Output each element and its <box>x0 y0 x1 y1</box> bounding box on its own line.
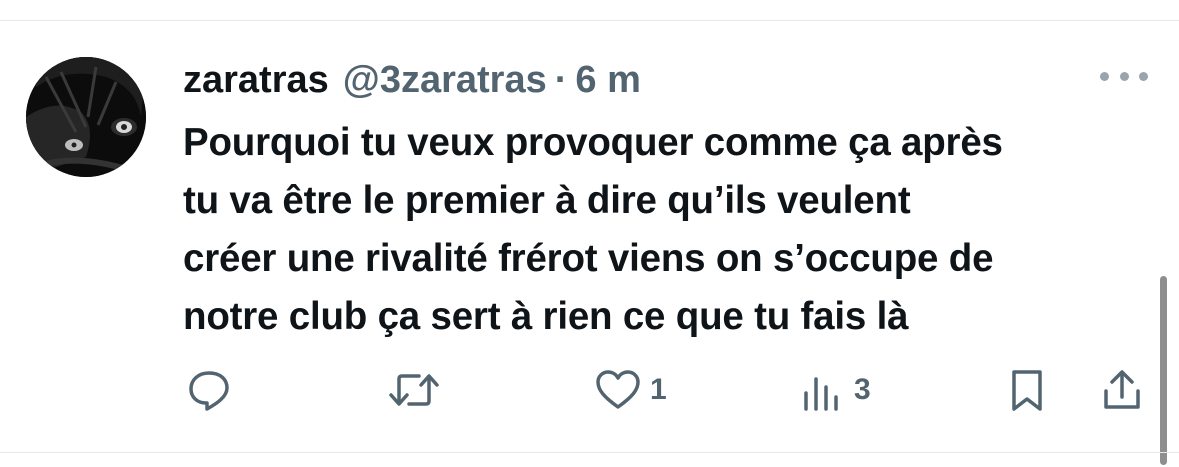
bottom-divider <box>0 452 1179 453</box>
heart-icon <box>596 370 640 409</box>
reply-button[interactable] <box>186 360 232 420</box>
like-button[interactable]: 1 <box>594 360 667 420</box>
tweet-text-line: Pourquoi tu veux provoquer comme ça aprè… <box>183 121 1003 164</box>
separator-dot: · <box>554 59 568 101</box>
bookmark-icon <box>1012 370 1042 411</box>
more-dot <box>1139 71 1148 81</box>
more-options-icon[interactable] <box>1100 64 1148 88</box>
views-button[interactable]: 3 <box>800 360 871 420</box>
avatar-image <box>26 57 146 177</box>
top-divider <box>0 20 1179 21</box>
more-dot <box>1100 71 1109 81</box>
author-name[interactable]: zaratras <box>183 56 329 104</box>
repost-icon <box>389 374 439 406</box>
scrollbar[interactable] <box>1160 276 1167 465</box>
reply-icon <box>189 371 229 411</box>
author-handle[interactable]: @3zaratras <box>343 56 547 104</box>
tweet-text-line: notre club ça sert à rien ce que tu fais… <box>183 295 909 338</box>
more-dot <box>1119 71 1129 81</box>
tweet-text-line: créer une rivalité frérot viens on s’occ… <box>183 237 994 280</box>
views-icon <box>804 377 838 411</box>
share-icon <box>1104 370 1140 409</box>
like-count: 1 <box>650 373 667 406</box>
tweet-text-line: tu va être le premier à dire qu’ils veul… <box>183 179 911 222</box>
bookmark-button[interactable] <box>1006 360 1048 420</box>
avatar[interactable] <box>26 57 146 177</box>
share-button[interactable] <box>1100 360 1144 420</box>
timestamp[interactable]: 6 m <box>575 56 640 104</box>
repost-button[interactable] <box>387 360 441 420</box>
views-count: 3 <box>854 373 871 406</box>
tweet-header: zaratras @3zaratras · 6 m <box>183 56 641 104</box>
tweet-text: Pourquoi tu veux provoquer comme ça aprè… <box>183 114 1163 346</box>
action-bar: 1 3 <box>0 360 1179 420</box>
